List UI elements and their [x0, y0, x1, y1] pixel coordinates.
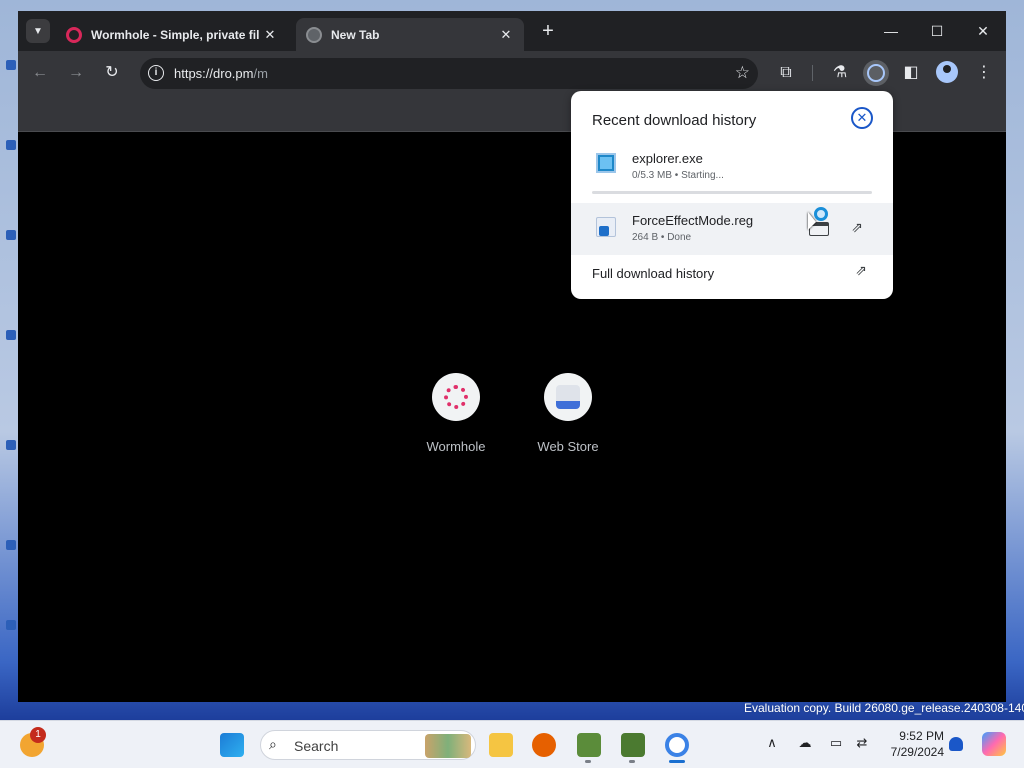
busy-cursor-spinner-icon	[814, 207, 828, 221]
toolbar-divider	[812, 65, 813, 81]
open-external-icon[interactable]: ⇗	[847, 217, 867, 237]
address-bar[interactable]: i https://dro.pm/m ☆	[140, 58, 758, 89]
tab-search-icon[interactable]: ▼	[26, 19, 50, 43]
taskbar-clock[interactable]: 9:52 PM 7/29/2024	[884, 728, 944, 760]
desktop-icons-strip	[0, 40, 18, 680]
minimize-button[interactable]: —	[881, 21, 901, 41]
tab-strip: ▼ Wormhole - Simple, private fil ✕ New T…	[18, 11, 1006, 51]
download-item[interactable]: explorer.exe 0/5.3 MB • Starting...	[571, 145, 893, 197]
network-icon[interactable]: ⇄	[852, 733, 872, 753]
search-highlight-image	[425, 734, 471, 758]
minecraft-icon[interactable]	[577, 733, 601, 757]
wormhole-favicon-icon	[66, 26, 82, 43]
close-window-button[interactable]: ✕	[973, 21, 993, 41]
windows-start-icon[interactable]	[220, 733, 244, 757]
evaluation-watermark: Evaluation copy. Build 26080.ge_release.…	[744, 701, 1024, 715]
labs-flask-icon[interactable]: ⚗	[828, 61, 852, 85]
full-download-history-link[interactable]: Full download history	[592, 266, 714, 281]
shortcut-web-store[interactable]: Web Store	[524, 373, 612, 454]
taskbar-search-box[interactable]: ⌕ Search	[260, 730, 476, 760]
download-status: 264 B • Done	[632, 232, 692, 243]
tab-title: New Tab	[331, 27, 380, 42]
download-icon[interactable]	[863, 60, 889, 86]
back-arrow-icon[interactable]: ←	[28, 61, 52, 85]
taskbar: ⌕ Search ∧ ☁ ▭ ⇄	[0, 720, 1024, 768]
search-icon: ⌕	[269, 736, 277, 752]
star-icon[interactable]: ☆	[735, 63, 750, 83]
exe-file-icon	[596, 153, 616, 173]
mouse-cursor-icon	[808, 212, 816, 230]
file-explorer-icon[interactable]	[489, 733, 513, 757]
profile-icon[interactable]	[936, 61, 958, 83]
download-filename: ForceEffectMode.reg	[632, 213, 754, 228]
maximize-button[interactable]: ☐	[927, 21, 947, 41]
download-status: 0/5.3 MB • Starting...	[632, 170, 724, 181]
onedrive-offline-icon[interactable]: ☁	[795, 733, 815, 753]
running-indicator	[585, 760, 591, 763]
tab-wormhole[interactable]: Wormhole - Simple, private fil ✕	[56, 18, 288, 51]
clock-time: 9:52 PM	[899, 729, 944, 743]
tab-new-tab[interactable]: New Tab ✕	[296, 18, 524, 51]
copilot-icon[interactable]	[982, 732, 1006, 756]
side-panel-icon[interactable]: ◧	[899, 61, 923, 85]
running-indicator	[629, 760, 635, 763]
browser-toolbar: ← → ↻ i https://dro.pm/m ☆ ⧉ ⚗ ◧ ⋮	[18, 51, 1006, 95]
download-progress-bar	[592, 191, 872, 194]
firefox-icon[interactable]	[532, 733, 556, 757]
info-icon[interactable]: i	[148, 65, 164, 81]
reload-icon[interactable]: ↻	[100, 61, 124, 85]
tab-title: Wormhole - Simple, private fil	[91, 27, 260, 42]
reg-file-icon	[596, 217, 616, 237]
plus-icon[interactable]: +	[538, 21, 558, 41]
chevron-up-icon[interactable]: ∧	[762, 733, 782, 753]
chrome-icon[interactable]	[665, 733, 689, 757]
globe-favicon-icon	[306, 26, 322, 43]
download-bubble: Recent download history ✕ explorer.exe 0…	[571, 91, 893, 299]
open-external-icon[interactable]: ⇗	[851, 262, 871, 282]
forward-arrow-icon[interactable]: →	[64, 61, 88, 85]
url-text[interactable]: https://dro.pm/m	[174, 66, 268, 81]
download-item[interactable]: ForceEffectMode.reg 264 B • Done ⇗	[571, 203, 893, 255]
close-icon[interactable]: ✕	[498, 27, 514, 43]
extensions-icon[interactable]: ⧉	[774, 61, 798, 85]
close-icon[interactable]: ✕	[262, 27, 278, 43]
wormhole-shortcut-icon	[432, 373, 480, 421]
download-filename: explorer.exe	[632, 151, 703, 166]
download-bubble-title: Recent download history	[592, 112, 757, 129]
clock-date: 7/29/2024	[890, 745, 944, 759]
display-icon[interactable]: ▭	[826, 733, 846, 753]
shortcut-label: Web Store	[537, 439, 599, 454]
close-icon[interactable]: ✕	[851, 107, 873, 129]
web-store-shortcut-icon	[544, 373, 592, 421]
bell-icon[interactable]	[949, 737, 963, 751]
kebab-menu-icon[interactable]: ⋮	[972, 61, 996, 85]
shortcut-wormhole[interactable]: Wormhole	[412, 373, 500, 454]
search-placeholder: Search	[294, 738, 339, 754]
notification-badge: 1	[30, 727, 46, 743]
minecraft-launcher-icon[interactable]	[621, 733, 645, 757]
shortcut-label: Wormhole	[426, 439, 486, 454]
active-indicator	[669, 760, 685, 763]
